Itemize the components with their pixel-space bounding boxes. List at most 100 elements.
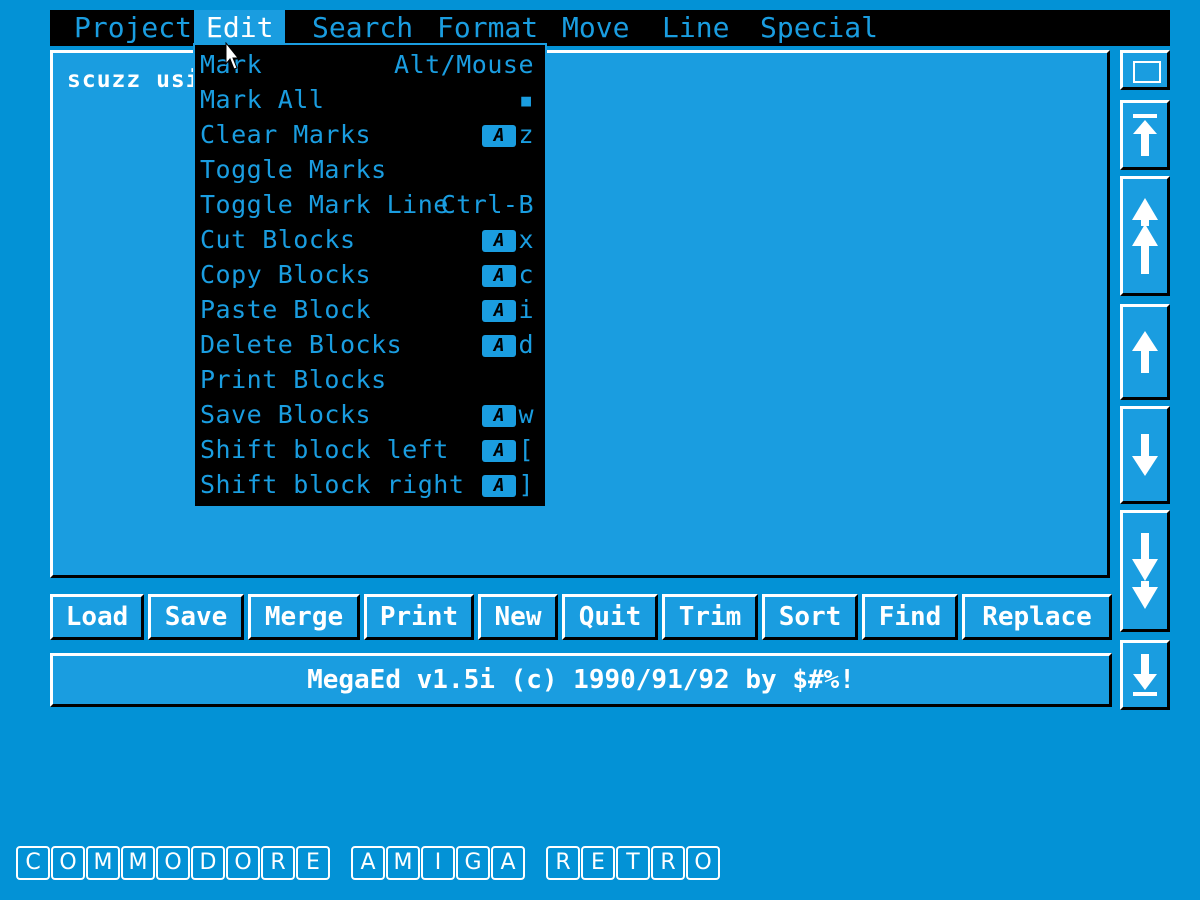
menu-item-label: Clear Marks [200, 120, 372, 149]
watermark-letter: I [421, 846, 455, 880]
menu-line[interactable]: Line [650, 10, 741, 46]
watermark-letter: A [491, 846, 525, 880]
menu-item-paste-block[interactable]: Paste Block Ai [200, 292, 540, 327]
menu-search[interactable]: Search [300, 10, 425, 46]
trim-button[interactable]: Trim [662, 594, 758, 640]
mouse-pointer-icon [225, 41, 240, 72]
menu-item-shortcut: Ai [482, 292, 534, 327]
scroll-top-button[interactable] [1120, 100, 1170, 170]
amiga-key-icon: A [482, 125, 517, 147]
watermark-letter: C [16, 846, 50, 880]
shortcut-text: ] [518, 470, 534, 499]
watermark-letter: M [386, 846, 420, 880]
amiga-key-icon: A [482, 475, 517, 497]
replace-button[interactable]: Replace [962, 594, 1112, 640]
watermark-letter: T [616, 846, 650, 880]
line-up-icon [1132, 331, 1158, 373]
menu-item-label: Shift block left [200, 435, 449, 464]
watermark-letter: E [296, 846, 330, 880]
menu-item-shortcut: Az [482, 117, 534, 152]
menu-item-toggle-marks[interactable]: Toggle Marks [200, 152, 540, 187]
line-up-button[interactable] [1120, 304, 1170, 400]
find-button[interactable]: Find [862, 594, 958, 640]
page-up-icon [1132, 198, 1158, 274]
menu-edit[interactable]: Edit [194, 10, 286, 46]
save-button[interactable]: Save [148, 594, 244, 640]
shortcut-text: Alt/Mouse [394, 50, 534, 79]
watermark-letter: R [546, 846, 580, 880]
menu-item-shortcut: ▪ [518, 82, 534, 117]
print-button[interactable]: Print [364, 594, 474, 640]
watermark-letter: O [51, 846, 85, 880]
watermark-letter: A [351, 846, 385, 880]
edit-dropdown-menu: Mark Alt/Mouse Mark All ▪ Clear Marks Az Toggl… [193, 43, 547, 508]
menu-item-print-blocks[interactable]: Print Blocks [200, 362, 540, 397]
scroll-bottom-button[interactable] [1120, 640, 1170, 710]
page-up-button[interactable] [1120, 176, 1170, 296]
amiga-key-icon: A [482, 335, 517, 357]
watermark-letter: O [156, 846, 190, 880]
menu-item-label: Mark All [200, 85, 325, 114]
watermark-letter: O [686, 846, 720, 880]
editor-text-line: scuzz usi [67, 67, 201, 93]
menu-special[interactable]: Special [748, 10, 890, 46]
close-gadget-button[interactable] [1120, 50, 1170, 90]
scroll-top-icon [1133, 114, 1157, 156]
load-button[interactable]: Load [50, 594, 144, 640]
menu-item-shortcut: Ac [482, 257, 534, 292]
shortcut-text: x [518, 225, 534, 254]
line-down-icon [1132, 434, 1158, 476]
sort-button[interactable]: Sort [762, 594, 858, 640]
menu-project[interactable]: Project [62, 10, 204, 46]
shortcut-text: Ctrl-B [440, 190, 534, 219]
menu-bar: Project Edit Search Format Move Line Spe… [50, 10, 1170, 46]
line-down-button[interactable] [1120, 406, 1170, 504]
merge-button[interactable]: Merge [248, 594, 360, 640]
shortcut-text: ▪ [518, 85, 534, 114]
watermark-letter: D [191, 846, 225, 880]
shortcut-text: d [518, 330, 534, 359]
amiga-key-icon: A [482, 265, 517, 287]
new-button[interactable]: New [478, 594, 558, 640]
status-bar: MegaEd v1.5i (c) 1990/91/92 by $#%! [50, 653, 1112, 707]
menu-item-label: Delete Blocks [200, 330, 403, 359]
menu-item-shortcut: A[ [482, 432, 534, 467]
menu-item-label: Paste Block [200, 295, 372, 324]
watermark-letter: O [226, 846, 260, 880]
page-down-icon [1132, 533, 1158, 609]
menu-item-shortcut: A] [482, 467, 534, 502]
menu-item-copy-blocks[interactable]: Copy Blocks Ac [200, 257, 540, 292]
menu-item-label: Copy Blocks [200, 260, 372, 289]
watermark-letter: E [581, 846, 615, 880]
menu-item-shortcut: Ctrl-B [441, 187, 534, 222]
menu-item-shortcut: Alt/Mouse [394, 47, 534, 82]
amiga-key-icon: A [482, 440, 517, 462]
menu-format[interactable]: Format [425, 10, 550, 46]
menu-item-shift-block-right[interactable]: Shift block right A] [200, 467, 540, 502]
menu-item-shortcut: Ax [482, 222, 534, 257]
menu-item-cut-blocks[interactable]: Cut Blocks Ax [200, 222, 540, 257]
quit-button[interactable]: Quit [562, 594, 658, 640]
menu-item-shortcut: Ad [482, 327, 534, 362]
shortcut-text: [ [518, 435, 534, 464]
menu-item-delete-blocks[interactable]: Delete Blocks Ad [200, 327, 540, 362]
menu-item-label: Toggle Mark Line [200, 190, 449, 219]
menu-item-clear-marks[interactable]: Clear Marks Az [200, 117, 540, 152]
menu-item-mark[interactable]: Mark Alt/Mouse [200, 47, 540, 82]
watermark-letter: G [456, 846, 490, 880]
shortcut-text: c [518, 260, 534, 289]
watermark-letter: M [121, 846, 155, 880]
menu-item-save-blocks[interactable]: Save Blocks Aw [200, 397, 540, 432]
menu-item-shortcut: Aw [482, 397, 534, 432]
watermark-letter: R [651, 846, 685, 880]
amiga-key-icon: A [482, 230, 517, 252]
commodore-amiga-retro-watermark: COMMODORECOMMODOREAMIGAAMIGARETRORETRO [16, 846, 721, 880]
menu-item-shift-block-left[interactable]: Shift block left A[ [200, 432, 540, 467]
menu-item-label: Cut Blocks [200, 225, 356, 254]
page-down-button[interactable] [1120, 510, 1170, 632]
menu-item-toggle-mark-line[interactable]: Toggle Mark Line Ctrl-B [200, 187, 540, 222]
watermark-letter: R [261, 846, 295, 880]
menu-item-label: Shift block right [200, 470, 465, 499]
menu-item-mark-all[interactable]: Mark All ▪ [200, 82, 540, 117]
menu-move[interactable]: Move [550, 10, 641, 46]
